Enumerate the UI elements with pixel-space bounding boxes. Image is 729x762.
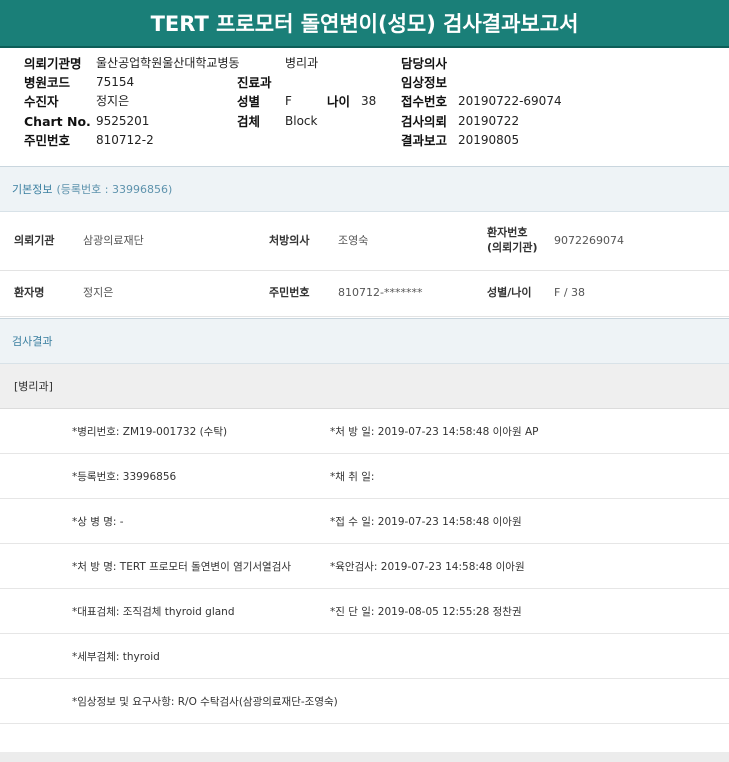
- chart-value: 9525201: [96, 114, 150, 128]
- result-row-left: *병리번호: ZM19-001732 (수탁): [72, 426, 228, 438]
- result-row-left: *임상정보 및 요구사항: R/O 수탁검사(삼광의료재단-조영숙): [72, 696, 338, 708]
- basic-info-heading: 기본정보 (등록번호 : 33996856): [0, 166, 729, 212]
- resident-number-value: 810712-*******: [338, 286, 423, 299]
- basic-info-title: 기본정보: [12, 183, 53, 196]
- result-row-left: *상 병 명: -: [72, 516, 124, 528]
- doctor-label: 담당의사: [401, 56, 448, 71]
- result-row-right: *육안검사: 2019-07-23 14:58:48 이아원: [330, 561, 525, 573]
- patient-name-label: 환자명: [14, 286, 45, 299]
- chart-label: Chart No.: [24, 114, 91, 129]
- basic-info-row-1: 의뢰기관 삼광의료재단 처방의사 조영숙 환자번호 (의뢰기관) 9072269…: [0, 212, 729, 271]
- report-date-label: 결과보고: [401, 133, 448, 148]
- sex-label: 성별: [237, 94, 261, 109]
- report-header: 의뢰기관명 울산공업학원울산대학교병동 병리과 담당의사 병원코드 75154 …: [0, 48, 729, 168]
- hospital-code-value: 75154: [96, 75, 135, 89]
- result-row-left: *등록번호: 33996856: [72, 471, 177, 483]
- resident-value: 810712-2: [96, 133, 154, 147]
- request-date-value: 20190722: [458, 114, 520, 128]
- result-row-left: *대표검체: 조직검체 thyroid gland: [72, 606, 235, 618]
- institution-value: 울산공업학원울산대학교병동: [96, 56, 240, 70]
- department-label: 진료과: [237, 75, 272, 90]
- report-title: TERT 프로모터 돌연변이(성모) 검사결과보고서: [0, 0, 729, 48]
- receipt-label: 접수번호: [401, 94, 448, 109]
- patient-name-value: 정지은: [83, 286, 114, 299]
- age-value: 38: [361, 94, 377, 108]
- result-row-right: *채 취 일:: [330, 471, 375, 483]
- requesting-institution-label: 의뢰기관: [14, 234, 55, 247]
- resident-number-label: 주민번호: [269, 286, 310, 299]
- results-title: 검사결과: [12, 335, 53, 348]
- sex-value: F: [285, 94, 292, 108]
- hospital-code-label: 병원코드: [24, 75, 71, 90]
- prescribing-doctor-value: 조영숙: [338, 234, 369, 247]
- request-date-label: 검사의뢰: [401, 114, 448, 129]
- result-row-left: *세부검체: thyroid: [72, 651, 160, 663]
- specimen-label: 검체: [237, 114, 261, 129]
- institution-dept: 병리과: [285, 56, 319, 70]
- age-label: 나이: [327, 94, 351, 109]
- result-row: *처 방 명: TERT 프로모터 돌연변이 염기서열검사 *육안검사: 201…: [0, 544, 729, 589]
- requesting-institution-value: 삼광의료재단: [83, 234, 144, 247]
- result-row: *세부검체: thyroid: [0, 634, 729, 679]
- specimen-value: Block: [285, 114, 318, 128]
- result-row: *병리번호: ZM19-001732 (수탁) *처 방 일: 2019-07-…: [0, 409, 729, 454]
- receipt-value: 20190722-69074: [458, 94, 562, 108]
- institution-label: 의뢰기관명: [24, 56, 82, 71]
- result-row-right: *진 단 일: 2019-08-05 12:55:28 정찬권: [330, 606, 522, 618]
- prescribing-doctor-label: 처방의사: [269, 234, 310, 247]
- result-row-right: *접 수 일: 2019-07-23 14:58:48 이아원: [330, 516, 522, 528]
- result-row: *임상정보 및 요구사항: R/O 수탁검사(삼광의료재단-조영숙): [0, 679, 729, 724]
- result-row: *등록번호: 33996856 *채 취 일:: [0, 454, 729, 499]
- result-row-right: *처 방 일: 2019-07-23 14:58:48 이아원 AP: [330, 426, 539, 438]
- patient-number-value: 9072269074: [554, 234, 624, 247]
- clinical-info-label: 임상정보: [401, 75, 448, 90]
- pathology-department-heading: [병리과]: [0, 364, 729, 409]
- patient-value: 정지은: [96, 94, 130, 108]
- result-row-left: *처 방 명: TERT 프로모터 돌연변이 염기서열검사: [72, 561, 292, 573]
- results-heading: 검사결과: [0, 318, 729, 364]
- registration-number-note: (등록번호 : 33996856): [56, 183, 173, 196]
- basic-info-row-2: 환자명 정지은 주민번호 810712-******* 성별/나이 F / 38: [0, 271, 729, 317]
- resident-label: 주민번호: [24, 133, 71, 148]
- result-row: *대표검체: 조직검체 thyroid gland *진 단 일: 2019-0…: [0, 589, 729, 634]
- sex-age-value: F / 38: [554, 286, 586, 299]
- patient-label: 수진자: [24, 94, 59, 109]
- patient-number-sublabel: (의뢰기관): [487, 241, 538, 254]
- sex-age-label: 성별/나이: [487, 286, 532, 299]
- report-date-value: 20190805: [458, 133, 520, 147]
- result-row: *상 병 명: - *접 수 일: 2019-07-23 14:58:48 이아…: [0, 499, 729, 544]
- pathology-department-label: [병리과]: [14, 380, 53, 393]
- footer-strip: [0, 752, 729, 762]
- patient-number-label: 환자번호: [487, 226, 528, 239]
